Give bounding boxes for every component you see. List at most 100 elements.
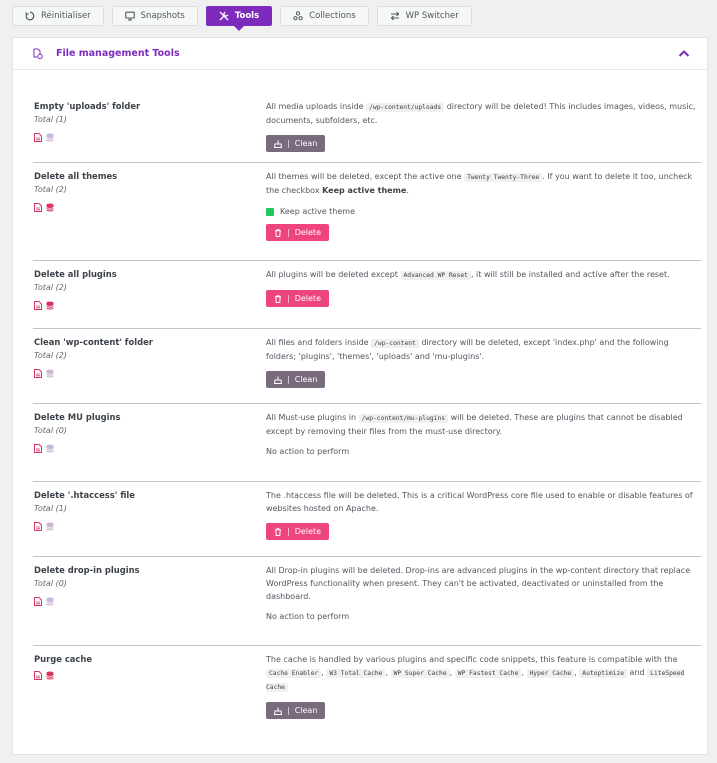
delete-htaccess-button[interactable]: | Delete (266, 523, 329, 540)
cache-plugin-code: WP Fastest Cache (454, 669, 522, 678)
top-tabs: Réinitialiser Snapshots Tools Collection… (12, 6, 472, 31)
database-icon (46, 369, 54, 378)
file-icon (34, 444, 42, 453)
file-icon (34, 369, 42, 378)
tool-name: Delete drop-in plugins (34, 565, 140, 575)
tool-total: Total (2) (34, 185, 67, 194)
cache-plugin-code: Cache Enabler (266, 669, 322, 678)
tool-name: Delete all plugins (34, 269, 117, 279)
tool-total: Total (0) (34, 426, 67, 435)
desc-text: and (629, 668, 645, 677)
path-code: /wp-content (371, 339, 419, 348)
panel-header[interactable]: File management Tools (13, 38, 707, 70)
clean-uploads-button[interactable]: | Clean (266, 135, 326, 152)
tab-label: Collections (309, 11, 356, 21)
desc-text: All media uploads inside (266, 102, 364, 111)
desc-text: All plugins will be deleted except (266, 270, 398, 279)
database-icon (46, 522, 54, 531)
tab-wp-switcher[interactable]: WP Switcher (376, 6, 472, 26)
database-icon (46, 133, 54, 142)
chevron-up-icon[interactable] (677, 47, 691, 61)
delete-themes-button[interactable]: | Delete (266, 224, 329, 241)
theme-code: Twenty Twenty-Three (464, 173, 543, 182)
broom-icon (274, 707, 282, 715)
tool-name: Clean 'wp-content' folder (34, 337, 153, 347)
tab-label: WP Switcher (405, 11, 459, 21)
keep-active-theme-checkbox[interactable]: Keep active theme (266, 207, 700, 216)
cache-plugin-code: Autoptimize (579, 669, 627, 678)
desc-text: . (406, 186, 409, 195)
desc-text: , it will still be installed and active … (470, 270, 670, 279)
path-code: /wp-content/uploads (366, 103, 445, 112)
tool-total: Total (1) (34, 115, 67, 124)
delete-plugins-button[interactable]: | Delete (266, 290, 329, 307)
tool-row-delete-mu-plugins: Delete MU plugins Total (0) All Must-use… (33, 404, 701, 482)
clean-wp-content-button[interactable]: | Clean (266, 371, 326, 388)
trash-icon (275, 294, 281, 303)
tab-collections[interactable]: Collections (280, 6, 369, 26)
database-icon (46, 301, 54, 310)
desc-text: All themes will be deleted, except the a… (266, 172, 462, 181)
broom-icon (274, 140, 282, 148)
tab-label: Réinitialiser (41, 11, 91, 21)
btn-sep: | (287, 139, 290, 148)
tool-name: Empty 'uploads' folder (34, 101, 141, 111)
tool-row-delete-dropins: Delete drop-in plugins Total (0) All Dro… (33, 557, 701, 646)
database-icon (46, 444, 54, 453)
desc-text: All Must-use plugins in (266, 413, 357, 422)
broom-icon (274, 376, 282, 384)
file-icon (34, 597, 42, 606)
monitor-icon (124, 11, 135, 21)
tool-name: Delete all themes (34, 171, 118, 181)
desc-text: All Drop-in plugins will be deleted. Dro… (266, 566, 691, 601)
file-tools-icon (33, 48, 43, 59)
checkbox-checked[interactable] (266, 207, 274, 216)
tool-row-delete-themes: Delete all themes Total (2) All themes w… (33, 163, 701, 261)
tool-name: Delete MU plugins (34, 412, 121, 422)
tool-name: Delete '.htaccess' file (34, 490, 135, 500)
no-action-text: No action to perform (266, 612, 350, 621)
file-icon (34, 203, 42, 212)
file-icon (34, 133, 42, 142)
tool-row-delete-htaccess: Delete '.htaccess' file Total (1) The .h… (33, 482, 701, 557)
tab-snapshots[interactable]: Snapshots (111, 6, 198, 26)
btn-sep: | (287, 527, 290, 536)
tools-icon (219, 11, 229, 21)
trash-icon (275, 228, 281, 237)
no-action-text: No action to perform (266, 447, 350, 456)
btn-sep: | (287, 375, 290, 384)
keep-theme-ref: Keep active theme (322, 186, 407, 195)
cache-plugin-code: WP Super Cache (390, 669, 450, 678)
tool-total: Total (2) (34, 351, 67, 360)
btn-label: Delete (294, 294, 321, 303)
tool-row-clean-wp-content: Clean 'wp-content' folder Total (2) All … (33, 329, 701, 404)
database-icon (46, 597, 54, 606)
tool-row-purge-cache: Purge cache The cache is handled by vari… (33, 646, 701, 732)
tool-name: Purge cache (34, 654, 93, 664)
tools-list: Empty 'uploads' folder Total (1) All med… (33, 93, 701, 732)
panel-title: File management Tools (56, 48, 180, 59)
collections-icon (293, 11, 303, 21)
trash-icon (275, 527, 281, 536)
tool-row-delete-plugins: Delete all plugins Total (2) All plugins… (33, 261, 701, 329)
btn-label: Delete (294, 228, 321, 237)
btn-sep: | (287, 228, 290, 237)
tool-total: Total (2) (34, 283, 67, 292)
btn-sep: | (287, 706, 290, 715)
tab-tools[interactable]: Tools (205, 6, 273, 31)
btn-label: Clean (294, 706, 318, 715)
desc-text: The .htaccess file will be deleted. This… (266, 491, 693, 513)
tool-total: Total (1) (34, 504, 67, 513)
file-management-panel: File management Tools Empty 'uploads' fo… (12, 37, 708, 755)
btn-label: Clean (294, 139, 318, 148)
tab-label: Tools (234, 11, 260, 21)
file-icon (34, 522, 42, 531)
tool-total: Total (0) (34, 579, 67, 588)
btn-sep: | (287, 294, 290, 303)
plugin-code: Advanced WP Reset (400, 271, 471, 280)
desc-text: The cache is handled by various plugins … (266, 655, 678, 664)
purge-cache-button[interactable]: | Clean (266, 702, 326, 719)
tool-row-empty-uploads: Empty 'uploads' folder Total (1) All med… (33, 93, 701, 163)
checkbox-label: Keep active theme (280, 207, 356, 216)
tab-reinitialiser[interactable]: Réinitialiser (12, 6, 104, 26)
